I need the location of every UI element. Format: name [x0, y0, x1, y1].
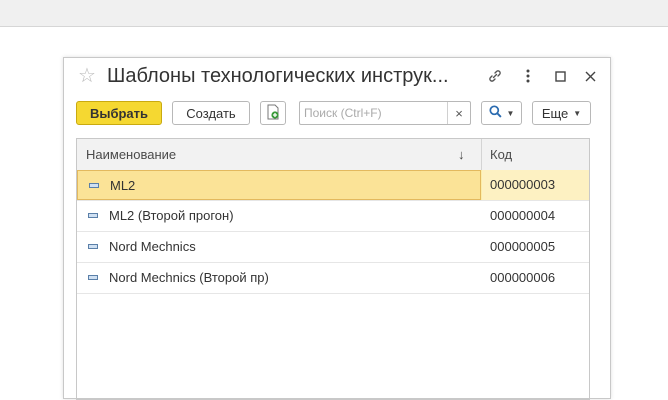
column-header-code[interactable]: Код [490, 139, 512, 170]
create-button[interactable]: Создать [172, 101, 250, 125]
link-icon[interactable] [486, 67, 504, 85]
table-row[interactable]: ML2 000000003 [77, 170, 589, 201]
list-item-icon [88, 275, 98, 280]
more-button-label: Еще [541, 105, 569, 121]
select-button[interactable]: Выбрать [76, 101, 162, 125]
row-name: ML2 (Второй прогон) [109, 208, 234, 223]
search-field: × [299, 101, 471, 125]
row-name: Nord Mechnics [109, 239, 196, 254]
row-code[interactable]: 000000005 [482, 232, 589, 262]
table-row[interactable]: ML2 (Второй прогон) 000000004 [77, 201, 589, 232]
more-vertical-icon[interactable] [519, 67, 537, 85]
table-row[interactable]: Nord Mechnics 000000005 [77, 232, 589, 263]
dialog-window: ☆ Шаблоны технологических инструк... Выб… [63, 57, 611, 400]
new-file-button[interactable] [260, 101, 286, 125]
row-code[interactable]: 000000003 [482, 170, 589, 200]
search-icon [488, 105, 502, 121]
name-cell[interactable]: ML2 [77, 170, 481, 200]
list-item-icon [88, 213, 98, 218]
top-bar [0, 0, 668, 27]
window-title: Шаблоны технологических инструк... [107, 65, 449, 87]
table-row[interactable]: Nord Mechnics (Второй пр) 000000006 [77, 263, 589, 294]
list-item-icon [88, 244, 98, 249]
new-file-icon [266, 104, 280, 123]
row-code[interactable]: 000000004 [482, 201, 589, 231]
star-icon[interactable]: ☆ [78, 66, 96, 86]
search-input[interactable] [304, 103, 449, 123]
templates-table: Наименование ↓ Код ML2 000000003 ML2 (Вт… [76, 138, 590, 400]
maximize-icon[interactable] [551, 67, 569, 85]
row-code[interactable]: 000000006 [482, 263, 589, 293]
find-button[interactable]: ▼ [481, 101, 522, 125]
column-header-name[interactable]: Наименование [86, 139, 176, 170]
row-name: Nord Mechnics (Второй пр) [109, 270, 269, 285]
chevron-down-icon: ▼ [573, 108, 582, 118]
more-button[interactable]: Еще ▼ [532, 101, 591, 125]
sort-down-icon[interactable]: ↓ [458, 139, 465, 170]
list-item-icon [89, 183, 99, 188]
table-header: Наименование ↓ Код [77, 139, 589, 171]
row-name: ML2 [110, 178, 136, 193]
close-icon[interactable] [581, 67, 599, 85]
chevron-down-icon: ▼ [506, 108, 515, 118]
name-cell[interactable]: Nord Mechnics [77, 232, 481, 262]
column-divider[interactable] [481, 139, 482, 170]
name-cell[interactable]: Nord Mechnics (Второй пр) [77, 263, 481, 293]
clear-search-button[interactable]: × [447, 102, 470, 124]
name-cell[interactable]: ML2 (Второй прогон) [77, 201, 481, 231]
